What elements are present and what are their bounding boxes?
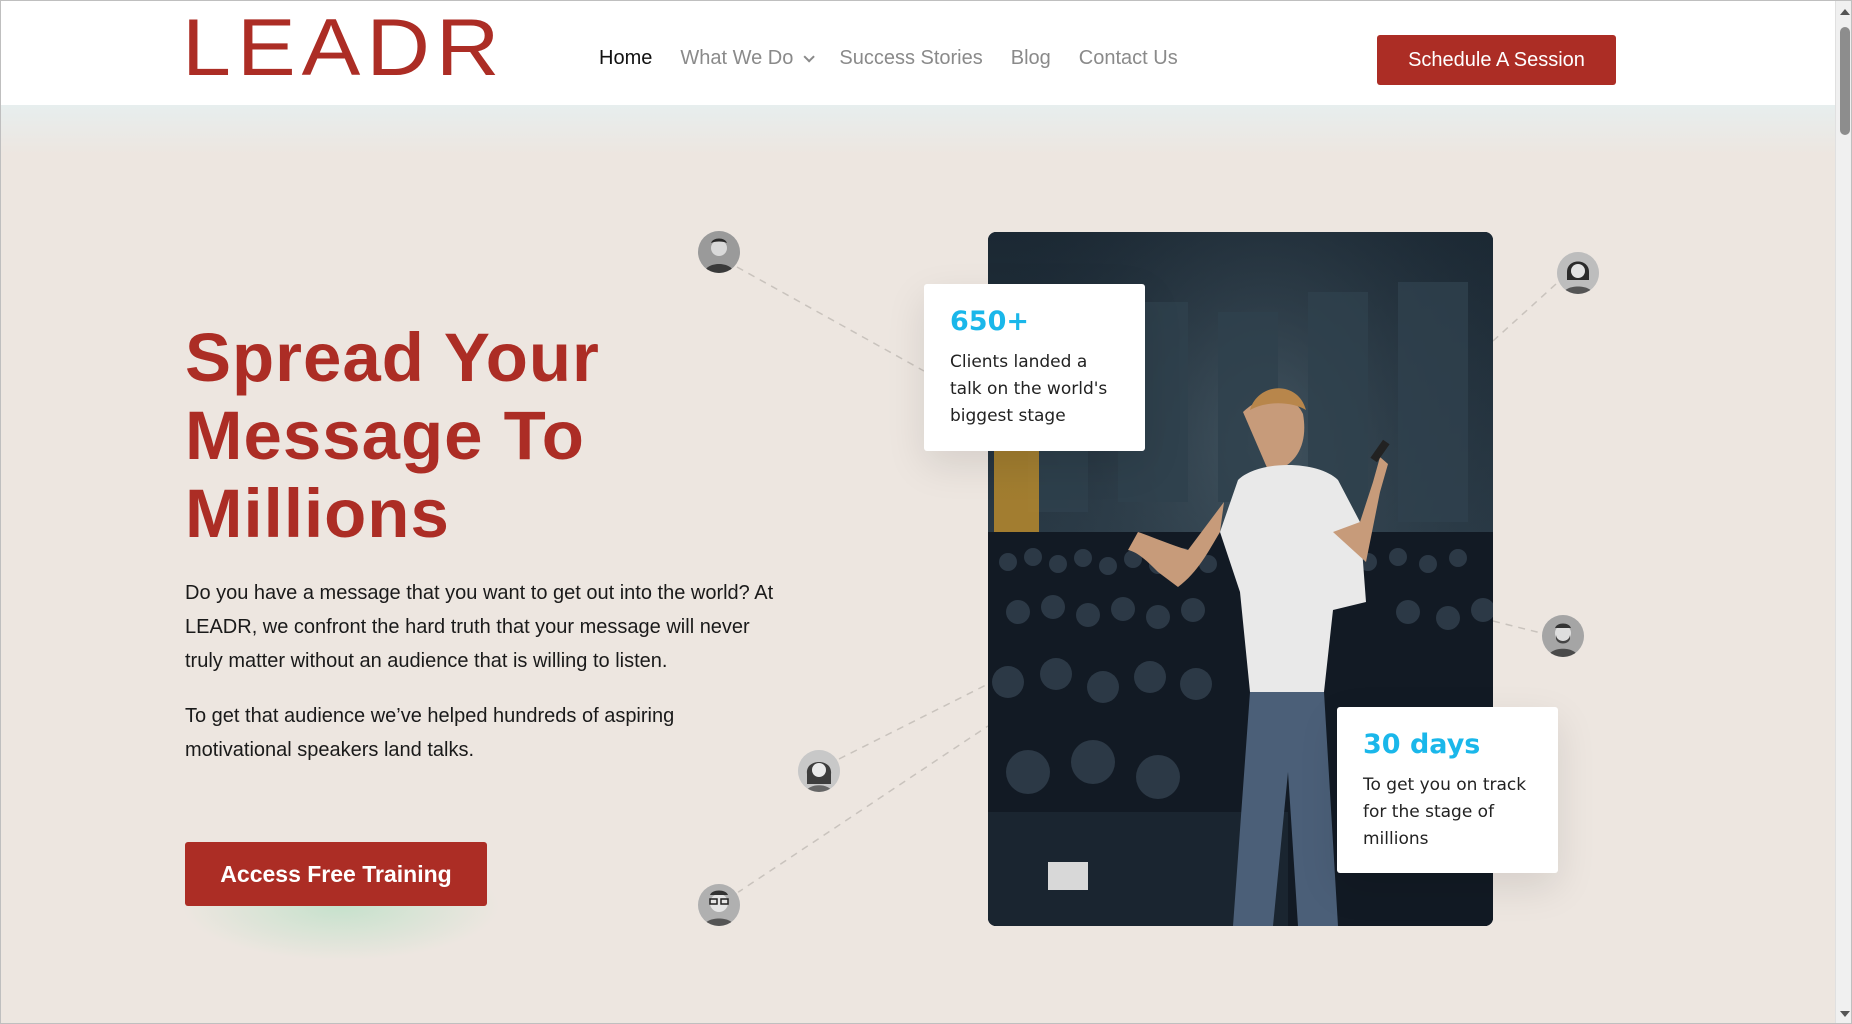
stat-value: 650+ — [950, 306, 1029, 337]
scrollbar-thumb[interactable] — [1840, 27, 1850, 135]
avatar-man-glasses-icon — [698, 884, 740, 926]
avatar-woman-1-icon — [1557, 252, 1599, 294]
page-scrollbar[interactable] — [1835, 1, 1851, 1023]
stat-value: 30 days — [1363, 729, 1481, 760]
stat-description: Clients landed a talk on the world's big… — [950, 352, 1108, 426]
avatar-man-glasses — [698, 884, 740, 926]
scroll-down-arrow-icon[interactable] — [1840, 1011, 1850, 1017]
avatar-woman-1 — [1557, 252, 1599, 294]
stat-card-days: 30 days To get you on track for the stag… — [1337, 707, 1558, 873]
avatar-woman-2 — [798, 750, 840, 792]
avatar-woman-2-icon — [798, 750, 840, 792]
avatar-man-2-icon — [1542, 615, 1584, 657]
avatar-man-1-icon — [698, 231, 740, 273]
avatar-man-2 — [1542, 615, 1584, 657]
stat-card-clients: 650+ Clients landed a talk on the world'… — [924, 284, 1145, 451]
landing-page: LEADR Home What We Do Success Stories Bl… — [0, 0, 1852, 1024]
connector-lines — [736, 266, 1557, 894]
stat-description: To get you on track for the stage of mil… — [1363, 775, 1527, 849]
scroll-up-arrow-icon[interactable] — [1840, 9, 1850, 15]
avatar-man-1 — [698, 231, 740, 273]
